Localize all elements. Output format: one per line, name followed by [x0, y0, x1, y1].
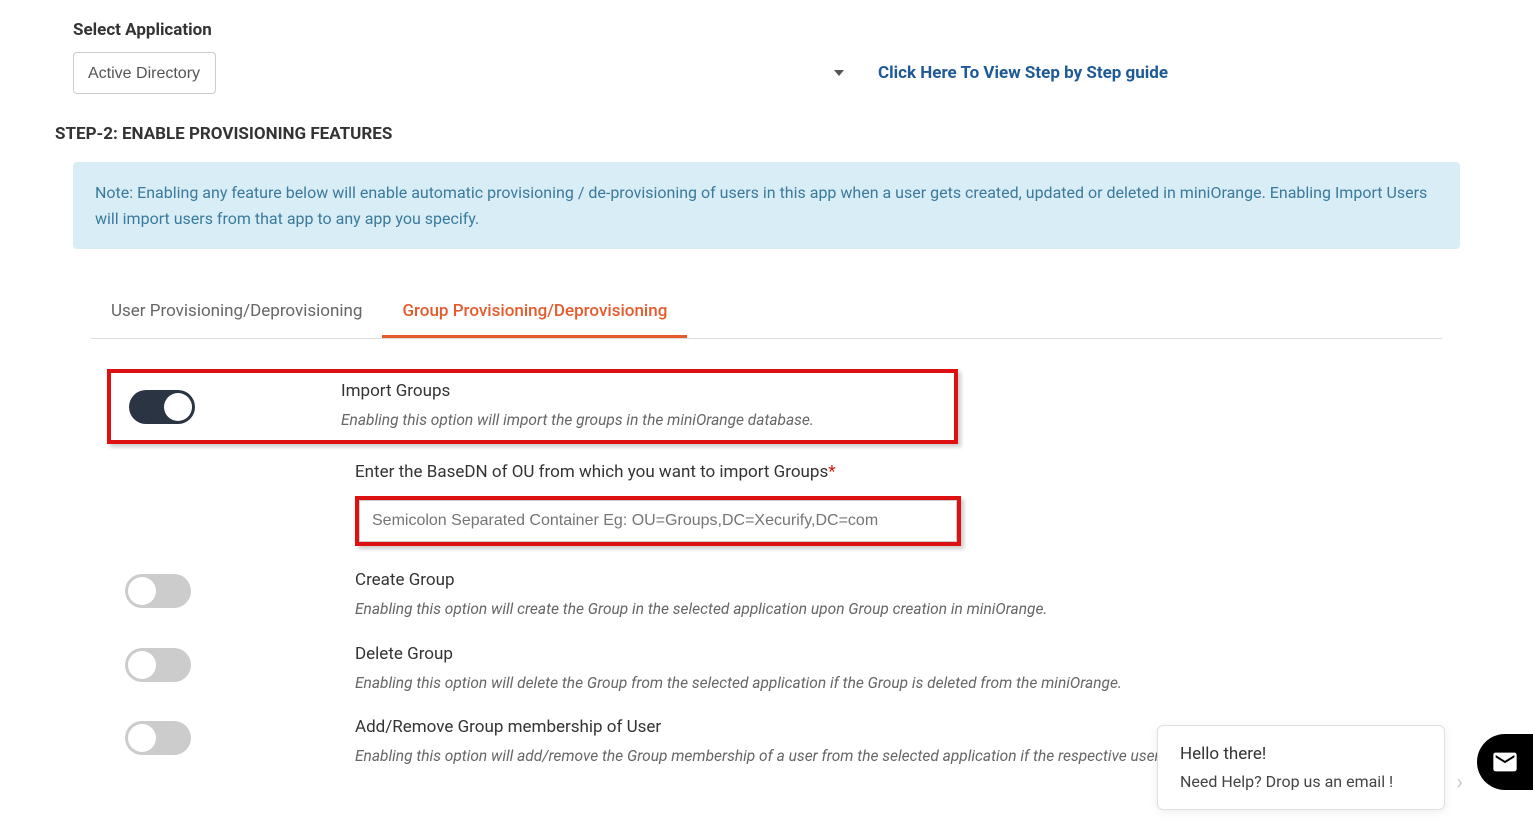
import-groups-highlight: Import Groups Enabling this option will … — [107, 369, 958, 444]
step-by-step-guide-link[interactable]: Click Here To View Step by Step guide — [878, 63, 1168, 83]
import-groups-desc: Enabling this option will import the gro… — [341, 409, 944, 432]
create-group-title: Create Group — [355, 570, 1438, 590]
chat-popup: Hello there! Need Help? Drop us an email… — [1157, 725, 1445, 810]
basedn-label: Enter the BaseDN of OU from which you wa… — [355, 462, 1478, 482]
create-group-desc: Enabling this option will create the Gro… — [355, 598, 1438, 621]
chat-help-text: Need Help? Drop us an email ! — [1180, 772, 1422, 791]
delete-group-desc: Enabling this option will delete the Gro… — [355, 672, 1438, 695]
application-select[interactable]: Active Directory — [73, 52, 216, 94]
toggle-col — [125, 570, 355, 612]
add-remove-toggle[interactable] — [125, 721, 191, 755]
delete-group-row: Delete Group Enabling this option will d… — [125, 644, 1478, 695]
import-groups-toggle[interactable] — [129, 390, 195, 424]
content-col: Import Groups Enabling this option will … — [341, 381, 944, 432]
toggle-col — [125, 717, 355, 759]
delete-group-toggle[interactable] — [125, 648, 191, 682]
content-col: Create Group Enabling this option will c… — [355, 570, 1438, 621]
delete-group-title: Delete Group — [355, 644, 1438, 664]
tab-user-provisioning[interactable]: User Provisioning/Deprovisioning — [91, 289, 382, 338]
chevron-right-icon: › — [1456, 770, 1463, 795]
basedn-label-text: Enter the BaseDN of OU from which you wa… — [355, 462, 828, 482]
mail-icon — [1491, 748, 1519, 776]
basedn-input[interactable] — [359, 500, 957, 542]
import-groups-title: Import Groups — [341, 381, 944, 401]
basedn-input-highlight — [355, 496, 961, 546]
select-wrap: Active Directory — [73, 52, 858, 94]
tabs: User Provisioning/Deprovisioning Group P… — [91, 289, 1442, 339]
create-group-row: Create Group Enabling this option will c… — [125, 570, 1478, 621]
create-group-toggle[interactable] — [125, 574, 191, 608]
step-heading: STEP-2: ENABLE PROVISIONING FEATURES — [55, 124, 1478, 144]
chat-bubble-button[interactable] — [1477, 734, 1533, 790]
select-row: Active Directory Click Here To View Step… — [73, 52, 1478, 94]
tab-group-provisioning[interactable]: Group Provisioning/Deprovisioning — [382, 289, 687, 338]
toggle-col — [129, 386, 341, 428]
required-star: * — [828, 462, 835, 482]
chat-greeting: Hello there! — [1180, 744, 1422, 764]
content-col: Delete Group Enabling this option will d… — [355, 644, 1438, 695]
note-box: Note: Enabling any feature below will en… — [73, 162, 1460, 249]
select-application-label: Select Application — [73, 20, 1478, 40]
toggle-col — [125, 644, 355, 686]
